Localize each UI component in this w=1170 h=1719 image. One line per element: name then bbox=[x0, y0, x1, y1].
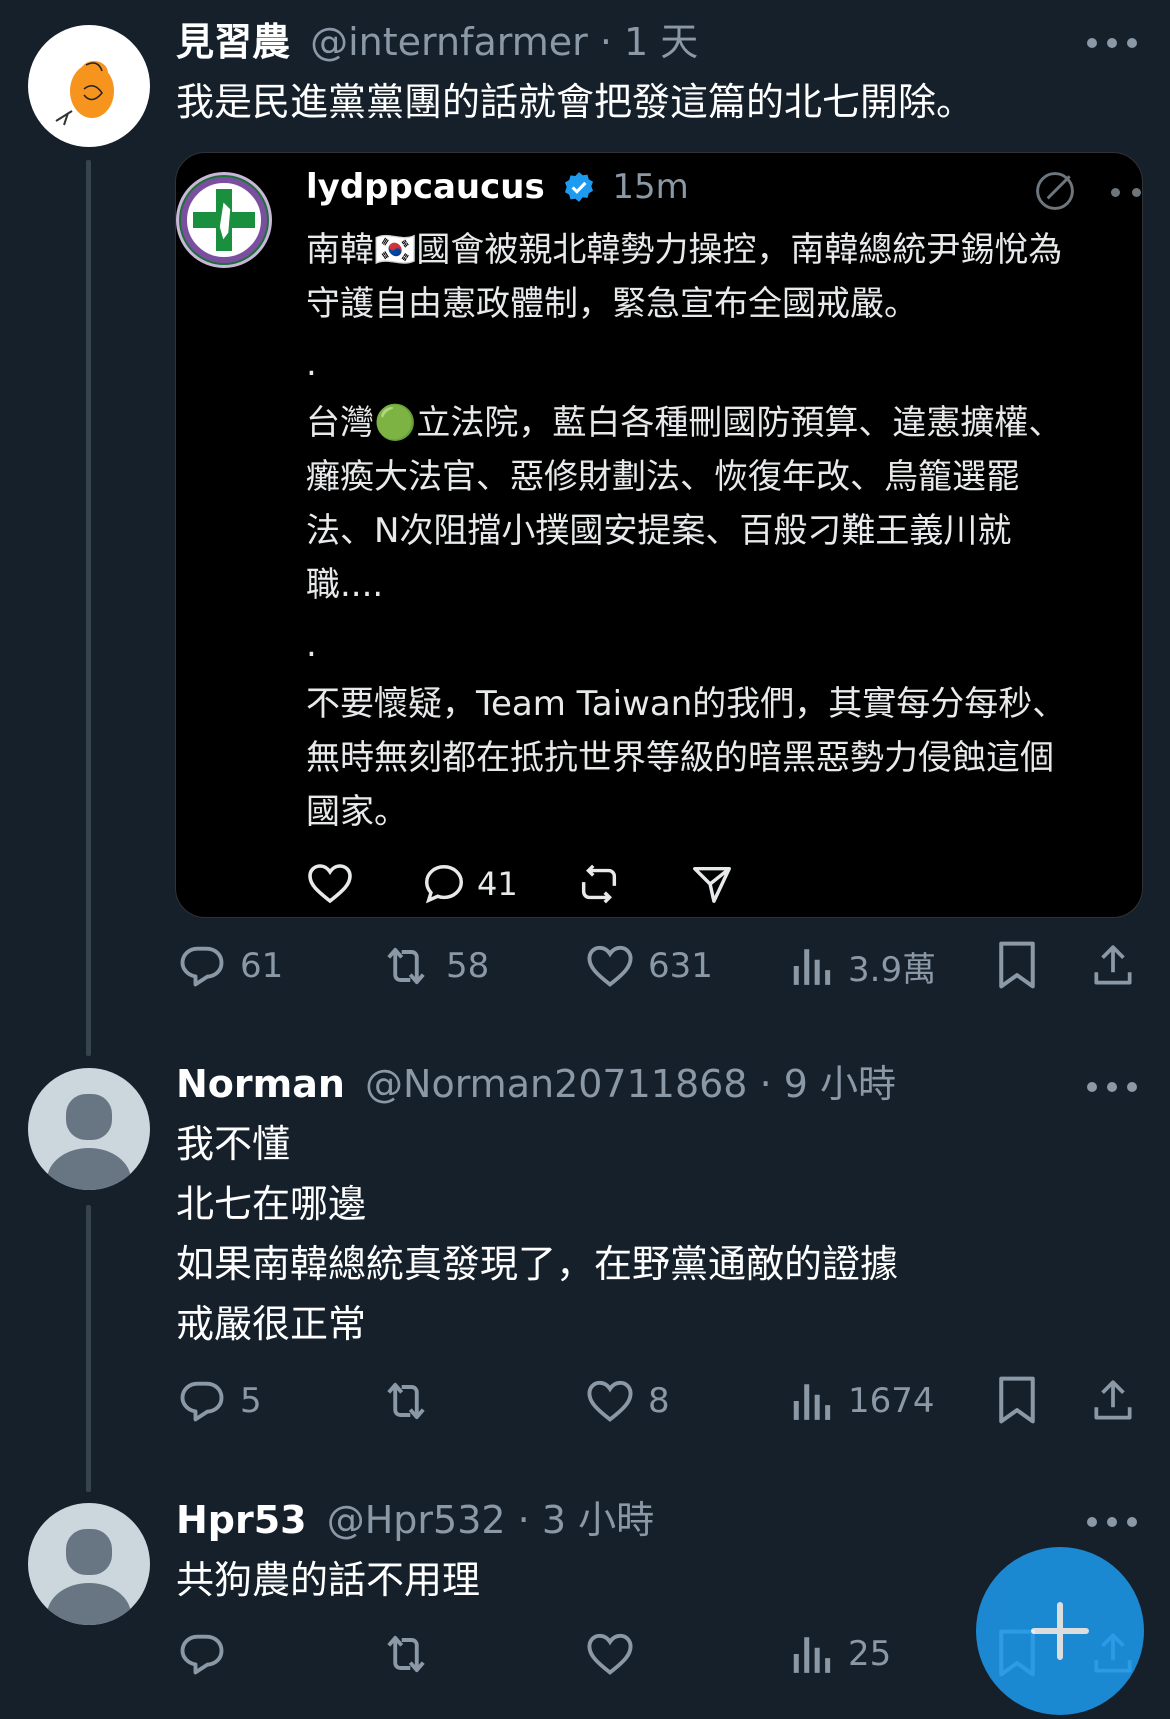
reply-icon bbox=[180, 946, 224, 987]
edit-icon[interactable] bbox=[1033, 169, 1077, 213]
views-button[interactable]: 25 bbox=[790, 1628, 891, 1680]
views-icon bbox=[793, 1384, 831, 1420]
dpp-logo-icon bbox=[181, 177, 267, 263]
tweet-header: Hpr53 @Hpr532 · 3 小時 bbox=[176, 1496, 654, 1544]
reply-button[interactable]: 5 bbox=[176, 1375, 262, 1427]
quoted-username[interactable]: lydppcaucus bbox=[306, 167, 545, 207]
tweet-text: 我不懂 北七在哪邊 如果南韓總統真發現了，在野黨通敵的證據 戒嚴很正常 bbox=[176, 1114, 898, 1354]
tweet-line: 北七在哪邊 bbox=[176, 1182, 367, 1226]
tweet-line: 我是民進黨黨團的話就會把發這篇的北七開除。 bbox=[176, 80, 975, 124]
tweet-line: 共狗農的話不用理 bbox=[176, 1558, 481, 1602]
compose-button[interactable] bbox=[976, 1547, 1144, 1715]
like-icon bbox=[587, 1633, 633, 1675]
like-icon bbox=[587, 1380, 633, 1422]
bookmark-icon[interactable] bbox=[994, 938, 1040, 992]
compose-plus-icon bbox=[1031, 1602, 1089, 1660]
quoted-text-line: 法、N次阻擋小撲國安提案、百般刁難王義川就 bbox=[306, 511, 1012, 551]
quoted-text-line: 職.... bbox=[306, 565, 384, 605]
display-name[interactable]: Hpr53 bbox=[176, 1498, 307, 1542]
tweet-text: 我是民進黨黨團的話就會把發這篇的北七開除。 bbox=[176, 72, 974, 132]
reply-count: 5 bbox=[240, 1381, 262, 1421]
thread-connector bbox=[86, 160, 91, 1056]
like-button[interactable]: 8 bbox=[584, 1375, 670, 1427]
quoted-text-line: 國家。 bbox=[306, 792, 408, 832]
reply-count: 61 bbox=[240, 946, 284, 986]
like-icon bbox=[587, 945, 633, 987]
quoted-post-card[interactable]: lydppcaucus 15m 南韓🇰🇷國會被親北韓勢力操控，南韓總統尹錫悅為 … bbox=[175, 152, 1143, 918]
more-icon[interactable] bbox=[1087, 36, 1137, 50]
views-button[interactable]: 3.9萬 bbox=[790, 940, 936, 992]
caucus-avatar[interactable] bbox=[176, 172, 272, 268]
quoted-text-line: 南韓🇰🇷國會被親北韓勢力操控，南韓總統尹錫悅為 bbox=[306, 230, 1063, 270]
reply-button[interactable]: 61 bbox=[176, 940, 283, 992]
more-icon[interactable] bbox=[1111, 188, 1141, 198]
views-icon bbox=[793, 949, 831, 985]
quoted-text-line: 守護自由憲政體制，緊急宣布全國戒嚴。 bbox=[306, 284, 918, 324]
reply-count: 41 bbox=[477, 865, 518, 903]
quoted-header: lydppcaucus 15m bbox=[306, 163, 689, 211]
tweet-header: Norman @Norman20711868 · 9 小時 bbox=[176, 1060, 896, 1108]
send-icon[interactable] bbox=[689, 861, 735, 907]
retweet-button[interactable] bbox=[378, 1628, 446, 1680]
retweet-icon bbox=[387, 1635, 425, 1673]
tweet-line: 戒嚴很正常 bbox=[176, 1302, 367, 1346]
verified-badge-icon bbox=[564, 172, 593, 202]
farmer-bird-avatar-icon bbox=[55, 61, 114, 126]
reply-icon bbox=[180, 1381, 224, 1422]
retweet-count: 58 bbox=[446, 946, 490, 986]
views-count: 1674 bbox=[848, 1381, 935, 1421]
quoted-text-line: 無時無刻都在抵抗世界等級的暗黑惡勢力侵蝕這個 bbox=[306, 738, 1054, 778]
retweet-button[interactable] bbox=[378, 1375, 446, 1427]
tweet-header: 見習農 @internfarmer · 1 天 bbox=[176, 18, 698, 66]
quoted-text-line: 不要懷疑，Team Taiwan的我們，其實每分每秒、 bbox=[306, 684, 1067, 724]
like-icon[interactable] bbox=[306, 861, 354, 905]
separator-dot: · bbox=[759, 1062, 772, 1106]
timestamp[interactable]: 3 小時 bbox=[542, 1498, 654, 1542]
timestamp[interactable]: 9 小時 bbox=[784, 1062, 896, 1106]
tweet-line: 如果南韓總統真發現了，在野黨通敵的證據 bbox=[176, 1242, 899, 1286]
quoted-text-line: 癱瘓大法官、惡修財劃法、恢復年改、鳥籠選罷 bbox=[306, 457, 1020, 497]
quoted-text-line: . bbox=[306, 625, 317, 665]
tweet-line: 我不懂 bbox=[176, 1122, 291, 1166]
like-button[interactable] bbox=[584, 1628, 648, 1680]
avatar[interactable] bbox=[28, 1068, 150, 1190]
views-count: 25 bbox=[848, 1634, 892, 1674]
handle[interactable]: @Norman20711868 bbox=[365, 1062, 747, 1106]
handle[interactable]: @Hpr532 bbox=[327, 1498, 506, 1542]
separator-dot: · bbox=[599, 20, 612, 64]
quoted-text-line: 台灣🟢立法院，藍白各種刪國防預算、違憲擴權、 bbox=[306, 403, 1063, 443]
reply-button[interactable] bbox=[176, 1628, 240, 1680]
comment-icon bbox=[425, 865, 463, 904]
like-count: 8 bbox=[648, 1381, 670, 1421]
bookmark-icon[interactable] bbox=[994, 1373, 1040, 1427]
display-name[interactable]: Norman bbox=[176, 1062, 345, 1106]
like-count: 631 bbox=[648, 946, 713, 986]
tweet-text: 共狗農的話不用理 bbox=[176, 1550, 480, 1610]
display-name[interactable]: 見習農 bbox=[176, 20, 290, 64]
views-icon bbox=[793, 1637, 831, 1673]
avatar[interactable] bbox=[28, 25, 150, 147]
reply-action[interactable]: 41 bbox=[421, 861, 518, 907]
like-button[interactable]: 631 bbox=[584, 940, 713, 992]
reply-icon bbox=[180, 1634, 224, 1675]
share-icon[interactable] bbox=[1088, 1375, 1138, 1427]
retweet-icon bbox=[387, 1382, 425, 1420]
quoted-text-line: . bbox=[306, 344, 317, 384]
default-user-icon bbox=[47, 1094, 131, 1190]
default-user-icon bbox=[47, 1529, 131, 1625]
views-count: 3.9萬 bbox=[848, 949, 937, 990]
share-icon[interactable] bbox=[1088, 940, 1138, 992]
retweet-icon bbox=[387, 947, 425, 985]
quoted-timestamp: 15m bbox=[612, 167, 689, 207]
repost-icon[interactable] bbox=[576, 861, 622, 907]
timestamp[interactable]: 1 天 bbox=[624, 20, 698, 64]
retweet-button[interactable]: 58 bbox=[378, 940, 489, 992]
separator-dot: · bbox=[517, 1498, 530, 1542]
more-icon[interactable] bbox=[1087, 1080, 1137, 1094]
views-button[interactable]: 1674 bbox=[790, 1375, 935, 1427]
thread-connector bbox=[86, 1205, 91, 1492]
handle[interactable]: @internfarmer bbox=[310, 20, 588, 64]
avatar[interactable] bbox=[28, 1503, 150, 1625]
more-icon[interactable] bbox=[1087, 1515, 1137, 1529]
